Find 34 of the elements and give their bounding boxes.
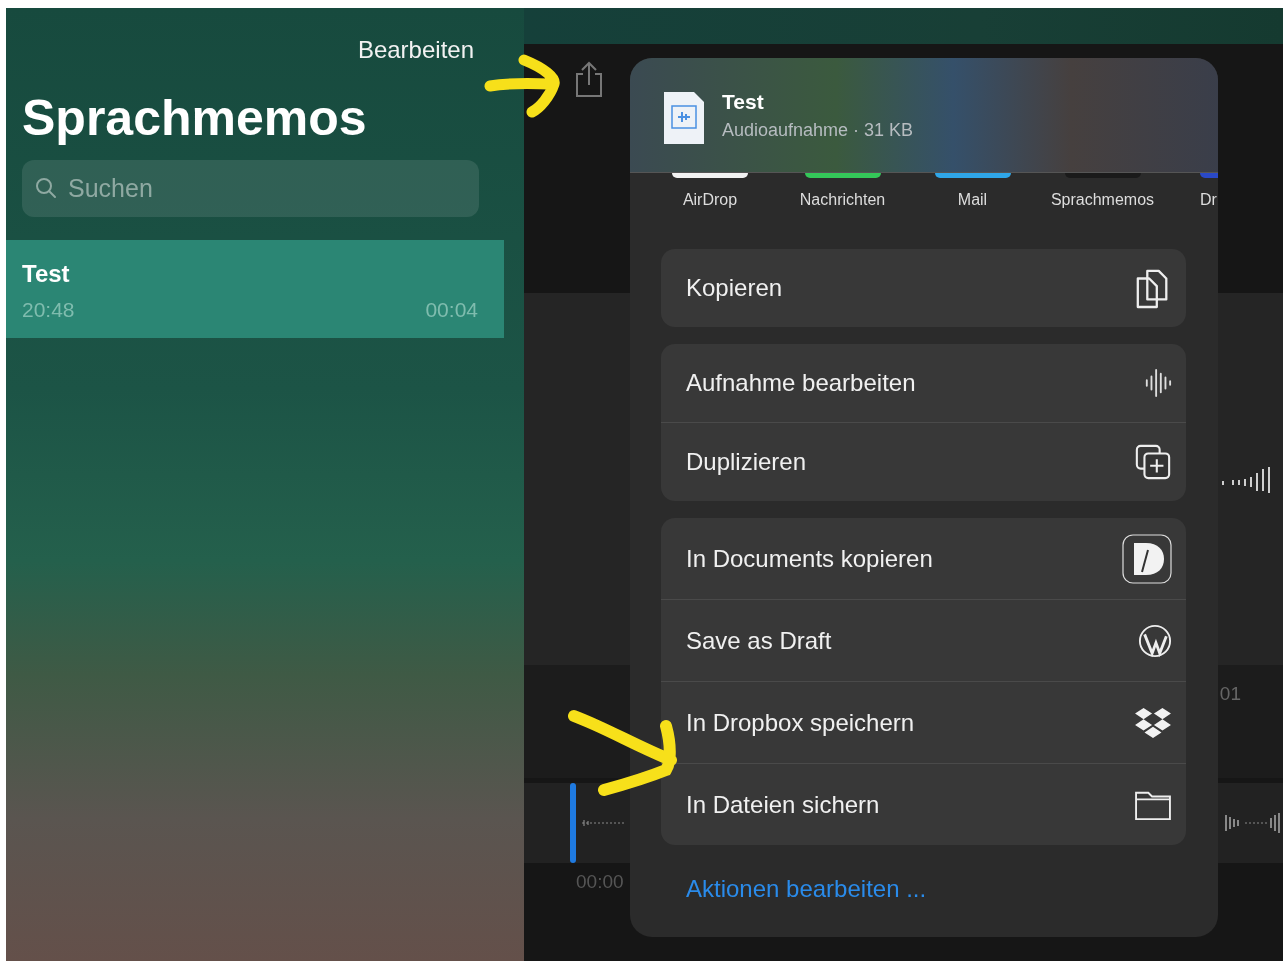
action-item[interactable]: Duplizieren <box>686 448 807 476</box>
timeline-label: 01 <box>1219 683 1241 705</box>
wordpress-icon <box>1138 623 1172 658</box>
file-info: Audioaufnahme · 31 KB <box>722 119 914 141</box>
dropbox-icon <box>1134 705 1172 740</box>
app-label[interactable]: Sprachmemos <box>1050 191 1155 209</box>
action-item[interactable]: Kopieren <box>686 274 783 302</box>
app-label[interactable]: Dr <box>1200 191 1217 209</box>
playhead-time: 00:00 <box>576 871 624 892</box>
recording-item[interactable]: Test 20:48 00:04 <box>6 240 504 338</box>
app-icon[interactable] <box>672 173 748 178</box>
page-title: Sprachmemos <box>22 89 368 148</box>
app-label[interactable]: AirDrop <box>682 191 738 209</box>
edit-actions-link[interactable]: Aktionen bearbeiten ... <box>686 875 1218 903</box>
duplicate-icon <box>1134 443 1172 481</box>
app-label[interactable]: Nachrichten <box>799 191 886 209</box>
recording-time: 20:48 <box>22 298 75 322</box>
app-label[interactable]: Mail <box>957 191 988 209</box>
action-item[interactable]: Save as Draft <box>686 626 832 655</box>
app-icon[interactable] <box>934 173 1011 178</box>
share-icon[interactable] <box>573 60 605 100</box>
file-name: Test <box>722 89 765 114</box>
waveform-icon <box>1144 367 1172 399</box>
search-icon <box>34 176 58 200</box>
recording-duration: 00:04 <box>425 298 478 322</box>
action-item[interactable]: In Documents kopieren <box>686 544 933 573</box>
audio-file-icon <box>662 90 706 146</box>
action-item[interactable]: In Dateien sichern <box>686 790 880 819</box>
app-logo-icon <box>1122 533 1172 584</box>
action-item[interactable]: In Dropbox speichern <box>686 708 915 737</box>
app-icon[interactable] <box>804 173 881 178</box>
recording-name: Test <box>22 260 71 288</box>
edit-button[interactable]: Bearbeiten <box>357 36 474 64</box>
action-item[interactable]: Aufnahme bearbeiten <box>686 369 916 397</box>
